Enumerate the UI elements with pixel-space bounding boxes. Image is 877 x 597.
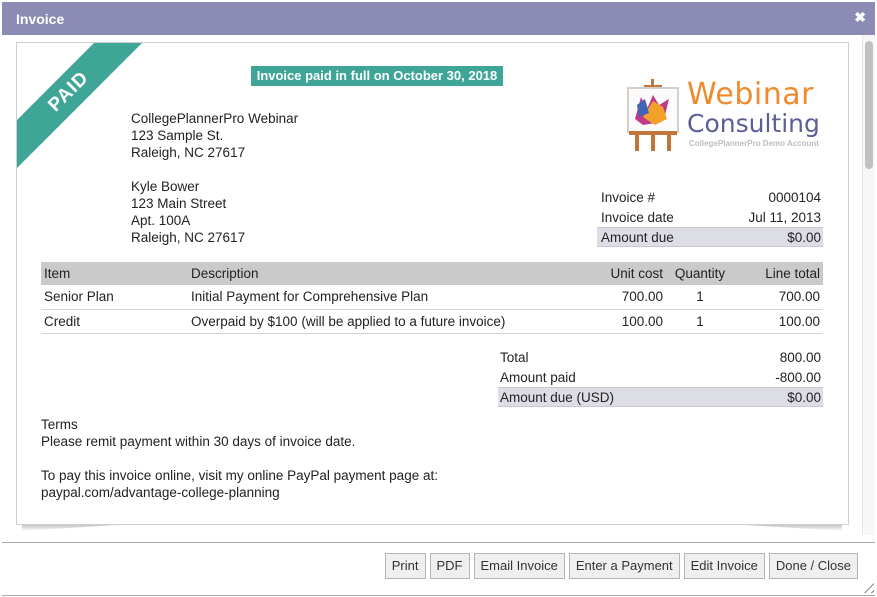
totals-value: -800.00 [775, 369, 821, 385]
meta-value: Jul 11, 2013 [748, 209, 821, 225]
cell-unit-cost: 700.00 [588, 285, 666, 310]
totals-row-amount-paid: Amount paid -800.00 [498, 368, 823, 388]
cell-quantity: 1 [666, 285, 734, 310]
email-invoice-button[interactable]: Email Invoice [473, 553, 565, 579]
invoice-document: PAID Invoice paid in full on October 30,… [16, 42, 849, 525]
cell-description: Initial Payment for Comprehensive Plan [188, 285, 588, 310]
pdf-button[interactable]: PDF [429, 553, 470, 579]
totals-row-amount-due: Amount due (USD) $0.00 [498, 387, 823, 407]
cell-item: Senior Plan [41, 285, 188, 310]
meta-row-invoice-date: Invoice date Jul 11, 2013 [597, 208, 823, 228]
meta-label: Amount due [601, 230, 674, 245]
resize-grip-icon[interactable] [864, 583, 874, 593]
dialog-titlebar[interactable]: Invoice ✖ [2, 2, 875, 35]
totals-label: Amount due (USD) [500, 390, 615, 405]
invoice-dialog: Invoice ✖ PAID Invoice paid in full on O… [0, 0, 877, 597]
logo-line1: Webinar [687, 77, 814, 112]
meta-label: Invoice date [601, 209, 674, 225]
to-apt: Apt. 100A [131, 213, 191, 228]
done-close-button[interactable]: Done / Close [768, 553, 858, 579]
meta-value: 0000104 [768, 190, 821, 205]
invoice-meta: Invoice # 0000104 Invoice date Jul 11, 2… [597, 188, 823, 247]
easel-icon [627, 79, 679, 151]
table-row: Senior Plan Initial Payment for Comprehe… [41, 285, 823, 310]
totals-value: 800.00 [779, 350, 821, 365]
terms-text: Please remit payment within 30 days of i… [41, 434, 356, 449]
meta-value: $0.00 [787, 230, 821, 245]
cell-unit-cost: 100.00 [588, 309, 666, 334]
logo-line3: CollegePlannerPro Demo Account [689, 139, 819, 148]
from-name: CollegePlannerPro Webinar [131, 111, 299, 126]
line-items-table: Item Description Unit cost Quantity Line… [41, 262, 823, 334]
from-city: Raleigh, NC 27617 [131, 145, 246, 160]
col-header-description: Description [188, 262, 588, 285]
table-row: Credit Overpaid by $100 (will be applied… [41, 309, 823, 334]
print-button[interactable]: Print [384, 553, 426, 579]
col-header-unit-cost: Unit cost [588, 262, 666, 285]
cell-quantity: 1 [666, 309, 734, 334]
dialog-title: Invoice [16, 11, 65, 27]
close-icon[interactable]: ✖ [854, 9, 866, 26]
paypal-text: To pay this invoice online, visit my onl… [41, 468, 438, 483]
scrollbar-thumb[interactable] [865, 41, 873, 169]
terms-heading: Terms [41, 417, 78, 432]
company-logo: Webinar Consulting CollegePlannerPro Dem… [625, 77, 825, 152]
meta-label: Invoice # [601, 190, 656, 205]
invoice-terms: Terms Please remit payment within 30 day… [41, 416, 438, 501]
to-street: 123 Main Street [131, 196, 227, 211]
footer-buttons: Print PDF Email Invoice Enter a Payment … [384, 553, 858, 579]
paid-banner: Invoice paid in full on October 30, 2018 [251, 66, 503, 86]
cell-line-total: 100.00 [734, 309, 823, 334]
from-address: CollegePlannerPro Webinar 123 Sample St.… [131, 110, 298, 161]
cell-line-total: 700.00 [734, 285, 823, 310]
totals-row-total: Total 800.00 [498, 348, 823, 368]
vertical-scrollbar[interactable] [862, 35, 875, 535]
to-address: Kyle Bower 123 Main Street Apt. 100A Ral… [131, 178, 245, 246]
from-street: 123 Sample St. [131, 128, 224, 143]
dialog-bottom-border [2, 595, 875, 596]
meta-row-invoice-number: Invoice # 0000104 [597, 188, 823, 208]
paypal-link[interactable]: paypal.com/advantage-college-planning [41, 484, 438, 501]
to-city: Raleigh, NC 27617 [131, 230, 246, 245]
cell-item: Credit [41, 309, 188, 334]
col-header-line-total: Line total [734, 262, 823, 285]
invoice-totals: Total 800.00 Amount paid -800.00 Amount … [498, 348, 823, 407]
footer-divider [2, 542, 875, 543]
meta-row-amount-due: Amount due $0.00 [597, 227, 823, 247]
table-header-row: Item Description Unit cost Quantity Line… [41, 262, 823, 285]
totals-label: Total [500, 350, 529, 365]
col-header-item: Item [41, 262, 188, 285]
cell-description: Overpaid by $100 (will be applied to a f… [188, 309, 588, 334]
totals-label: Amount paid [500, 369, 576, 385]
edit-invoice-button[interactable]: Edit Invoice [683, 553, 765, 579]
enter-payment-button[interactable]: Enter a Payment [568, 553, 680, 579]
logo-line2: Consulting [687, 109, 820, 138]
col-header-quantity: Quantity [666, 262, 734, 285]
totals-value: $0.00 [787, 390, 821, 405]
to-name: Kyle Bower [131, 179, 200, 194]
